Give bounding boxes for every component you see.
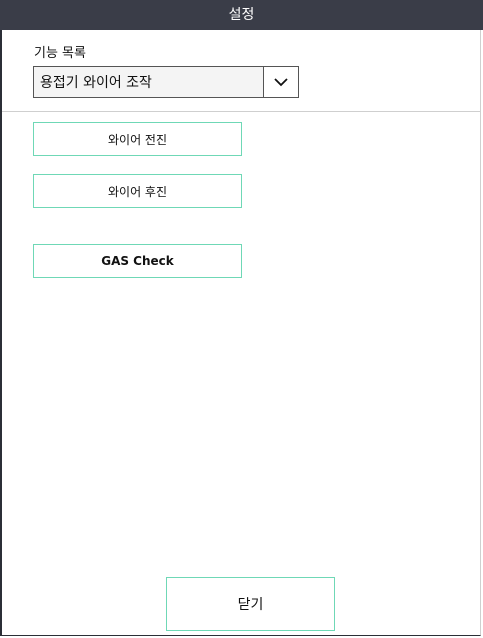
close-button[interactable]: 닫기: [166, 577, 335, 631]
function-list-dropdown[interactable]: 용접기 와이어 조작: [33, 66, 299, 98]
chevron-down-icon: [274, 78, 288, 87]
dropdown-toggle-button[interactable]: [263, 67, 298, 97]
title-bar: 설정: [0, 0, 483, 30]
window-title: 설정: [228, 7, 255, 23]
gas-check-button[interactable]: GAS Check: [33, 244, 242, 278]
wire-forward-button[interactable]: 와이어 전진: [33, 122, 242, 156]
section-divider: [2, 111, 481, 112]
dropdown-selected-value: 용접기 와이어 조작: [40, 75, 152, 91]
wire-backward-button[interactable]: 와이어 후진: [33, 174, 242, 208]
function-list-label: 기능 목록: [34, 46, 86, 61]
